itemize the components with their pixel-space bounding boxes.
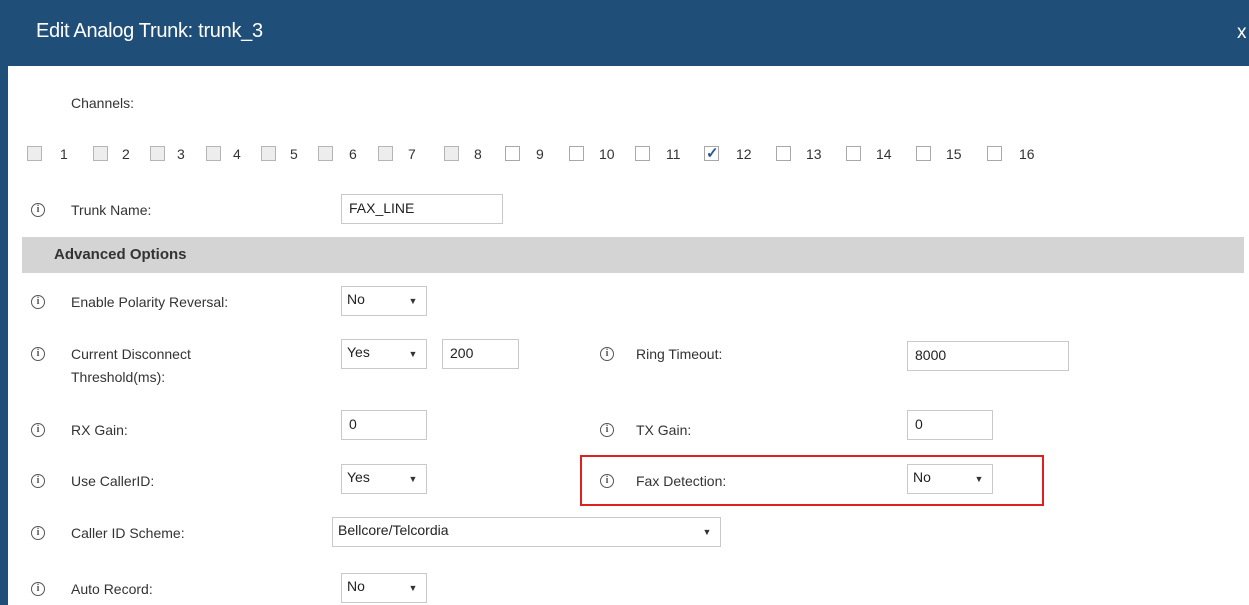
advanced-options-title: Advanced Options <box>54 246 187 263</box>
channel-10-label: 10 <box>599 146 615 162</box>
channel-16-label: 16 <box>1019 146 1035 162</box>
dialog-title: Edit Analog Trunk: trunk_3 <box>36 20 263 42</box>
use-callerid-select[interactable]: Yes ▼ <box>341 464 427 494</box>
rx-gain-input[interactable]: 0 <box>341 410 427 440</box>
channel-15-label: 15 <box>946 146 962 162</box>
use-callerid-value: Yes <box>347 469 370 485</box>
advanced-options-header[interactable]: Advanced Options <box>22 237 1244 273</box>
info-icon[interactable]: i <box>31 203 45 217</box>
channel-12-label: 12 <box>736 146 752 162</box>
callerid-scheme-label: Caller ID Scheme: <box>71 525 185 541</box>
channel-4-checkbox <box>206 146 221 161</box>
channel-10-checkbox[interactable] <box>569 146 584 161</box>
dropdown-arrow-icon: ▼ <box>408 583 418 593</box>
auto-record-value: No <box>347 578 365 594</box>
use-callerid-label: Use CallerID: <box>71 473 155 489</box>
trunk-name-input[interactable]: FAX_LINE <box>341 194 503 224</box>
info-icon[interactable]: i <box>31 582 45 596</box>
channel-11-label: 11 <box>666 146 681 162</box>
channels-label: Channels: <box>71 95 135 111</box>
channel-1-checkbox <box>27 146 42 161</box>
disconnect-threshold-input[interactable]: 200 <box>442 339 519 369</box>
channel-8-label: 8 <box>474 146 482 162</box>
disconnect-threshold-select[interactable]: Yes ▼ <box>341 339 427 369</box>
info-icon[interactable]: i <box>31 295 45 309</box>
fax-detection-label: Fax Detection: <box>636 473 727 489</box>
channel-7-label: 7 <box>408 146 416 162</box>
channel-9-label: 9 <box>536 146 544 162</box>
channel-1-label: 1 <box>60 146 68 162</box>
fax-detection-select[interactable]: No ▼ <box>907 464 993 494</box>
dropdown-arrow-icon: ▼ <box>702 527 712 537</box>
disconnect-threshold-select-value: Yes <box>347 344 370 360</box>
channel-12-checkbox[interactable]: ✓ <box>704 145 719 162</box>
info-icon[interactable]: i <box>31 474 45 488</box>
channel-5-label: 5 <box>290 146 298 162</box>
dropdown-arrow-icon: ▼ <box>974 474 984 484</box>
channel-2-label: 2 <box>122 146 130 162</box>
channel-14-checkbox[interactable] <box>846 146 861 161</box>
auto-record-label: Auto Record: <box>71 581 153 597</box>
info-icon[interactable]: i <box>600 474 614 488</box>
polarity-reversal-label: Enable Polarity Reversal: <box>71 294 229 310</box>
info-icon[interactable]: i <box>31 526 45 540</box>
channel-6-checkbox <box>318 146 333 161</box>
close-button[interactable]: x <box>1237 22 1247 44</box>
channel-4-label: 4 <box>233 146 241 162</box>
channel-2-checkbox <box>93 146 108 161</box>
auto-record-select[interactable]: No ▼ <box>341 573 427 603</box>
dropdown-arrow-icon: ▼ <box>408 349 418 359</box>
info-icon[interactable]: i <box>31 347 45 361</box>
channel-13-label: 13 <box>806 146 822 162</box>
channel-7-checkbox <box>378 146 393 161</box>
disconnect-threshold-label-2: Threshold(ms): <box>71 369 166 385</box>
channel-5-checkbox <box>261 146 276 161</box>
dropdown-arrow-icon: ▼ <box>408 474 418 484</box>
channel-14-label: 14 <box>876 146 892 162</box>
channel-11-checkbox[interactable] <box>635 146 650 161</box>
ring-timeout-label: Ring Timeout: <box>636 346 723 362</box>
channel-15-checkbox[interactable] <box>916 146 931 161</box>
info-icon[interactable]: i <box>31 423 45 437</box>
channel-16-checkbox[interactable] <box>987 146 1002 161</box>
tx-gain-label: TX Gain: <box>636 422 692 438</box>
dialog-left-border <box>0 66 8 605</box>
channel-3-label: 3 <box>177 146 185 162</box>
info-icon[interactable]: i <box>600 423 614 437</box>
callerid-scheme-value: Bellcore/Telcordia <box>338 522 449 538</box>
callerid-scheme-select[interactable]: Bellcore/Telcordia ▼ <box>332 517 721 547</box>
polarity-reversal-value: No <box>347 291 365 307</box>
channel-13-checkbox[interactable] <box>776 146 791 161</box>
fax-detection-value: No <box>913 469 931 485</box>
dialog-titlebar: Edit Analog Trunk: trunk_3 x <box>0 0 1249 66</box>
channel-6-label: 6 <box>349 146 357 162</box>
channel-3-checkbox <box>150 146 165 161</box>
trunk-name-label: Trunk Name: <box>71 202 152 218</box>
info-icon[interactable]: i <box>600 347 614 361</box>
disconnect-threshold-label-1: Current Disconnect <box>71 346 191 362</box>
dropdown-arrow-icon: ▼ <box>408 296 418 306</box>
channel-9-checkbox[interactable] <box>505 146 520 161</box>
check-icon: ✓ <box>706 145 719 162</box>
rx-gain-label: RX Gain: <box>71 422 128 438</box>
tx-gain-input[interactable]: 0 <box>907 410 993 440</box>
polarity-reversal-select[interactable]: No ▼ <box>341 286 427 316</box>
ring-timeout-input[interactable]: 8000 <box>907 341 1069 371</box>
channel-8-checkbox <box>444 146 459 161</box>
